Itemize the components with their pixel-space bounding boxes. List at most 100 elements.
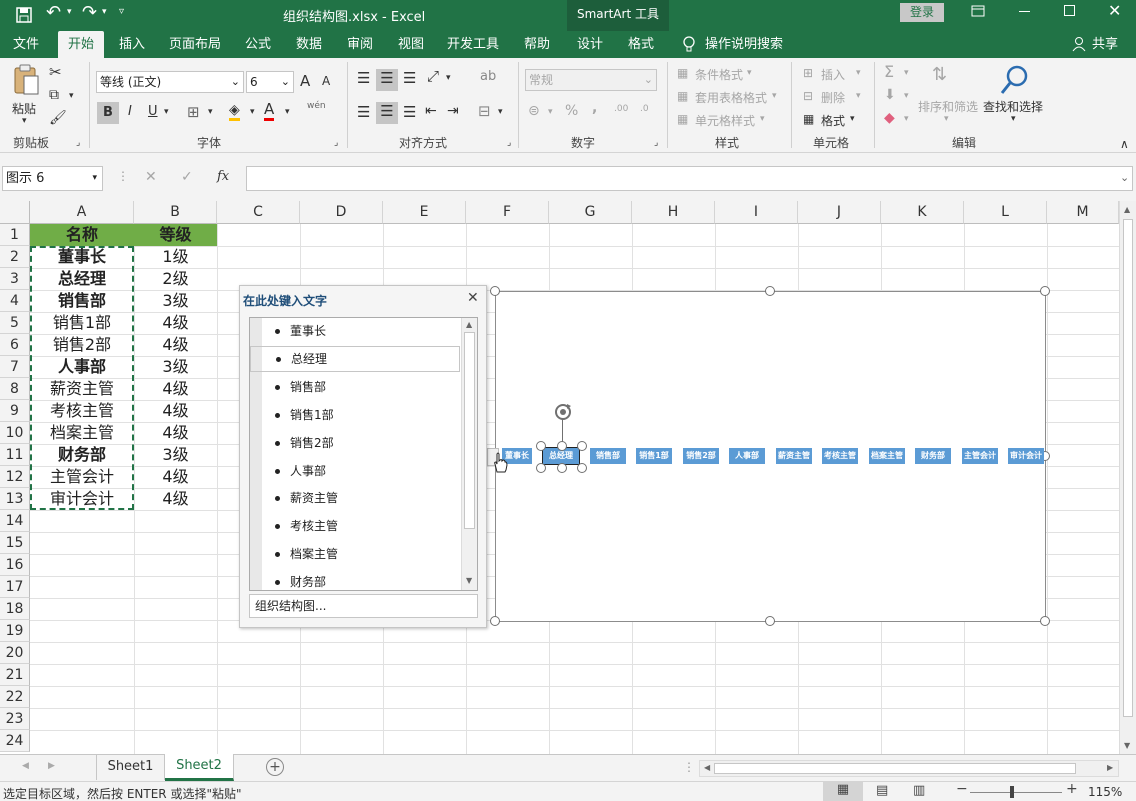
row-header-15[interactable]: 15 — [0, 532, 30, 554]
list-item[interactable]: 人事部 — [250, 458, 460, 484]
scroll-down-icon[interactable]: ▼ — [466, 576, 472, 585]
autosum-icon[interactable]: Σ — [884, 62, 894, 81]
scroll-thumb[interactable] — [464, 332, 475, 529]
row-header-5[interactable]: 5 — [0, 312, 30, 334]
sheet-tab-sheet1[interactable]: Sheet1 — [96, 755, 165, 780]
row-header-4[interactable]: 4 — [0, 290, 30, 312]
italic-button[interactable]: I — [128, 104, 132, 119]
find-magnifier-icon[interactable] — [1000, 64, 1030, 96]
list-item-selected[interactable]: 总经理 — [250, 346, 460, 372]
row-header-19[interactable]: 19 — [0, 620, 30, 642]
resize-handle[interactable] — [765, 286, 775, 296]
row-header-13[interactable]: 13 — [0, 488, 30, 510]
add-sheet-icon[interactable]: + — [266, 758, 284, 776]
font-color-icon[interactable]: A — [264, 101, 275, 121]
row-header-17[interactable]: 17 — [0, 576, 30, 598]
undo-dropdown-icon[interactable]: ▾ — [67, 7, 72, 17]
currency-icon[interactable]: ⊜ — [528, 103, 540, 119]
cell-level[interactable]: 2级 — [134, 268, 217, 290]
smartart-node[interactable]: 销售1部 — [636, 448, 672, 464]
row-header-22[interactable]: 22 — [0, 686, 30, 708]
sort-dropdown-icon[interactable]: ▾ — [944, 114, 949, 124]
phonetic-icon[interactable]: wén — [307, 101, 326, 111]
sheet-tab-sheet2[interactable]: Sheet2 — [165, 754, 234, 781]
fill-icon[interactable]: ⬇ — [884, 87, 896, 103]
name-box[interactable]: 图示 6 ▾ — [2, 166, 103, 191]
resize-handle[interactable] — [490, 286, 500, 296]
column-header-c[interactable]: C — [217, 201, 300, 224]
fill-dropdown-icon[interactable]: ▾ — [250, 107, 255, 117]
tell-me-search[interactable]: 操作说明搜索 — [705, 31, 789, 58]
font-size-select[interactable]: 6 ⌄ — [246, 71, 294, 93]
smartart-node[interactable]: 审计会计 — [1008, 448, 1044, 464]
cell-level[interactable]: 3级 — [134, 444, 217, 466]
close-window-icon[interactable]: ✕ — [1108, 1, 1121, 20]
cell-level[interactable]: 4级 — [134, 422, 217, 444]
row-header-9[interactable]: 9 — [0, 400, 30, 422]
sort-filter-icon[interactable]: ⇅ — [932, 64, 947, 85]
wrap-text-icon[interactable]: ab — [480, 69, 496, 84]
row-header-24[interactable]: 24 — [0, 730, 30, 752]
clipboard-launcher-icon[interactable]: ⌟ — [76, 138, 80, 148]
tab-formulas[interactable]: 公式 — [237, 31, 279, 58]
column-header-b[interactable]: B — [134, 201, 217, 224]
number-launcher-icon[interactable]: ⌟ — [654, 138, 658, 148]
row-header-20[interactable]: 20 — [0, 642, 30, 664]
cell-level[interactable]: 1级 — [134, 246, 217, 268]
insert-dropdown-icon[interactable]: ▾ — [856, 68, 861, 78]
paste-icon[interactable] — [12, 64, 40, 96]
column-header-a[interactable]: A — [30, 201, 134, 224]
insert-cells-button[interactable]: 插入 — [821, 66, 845, 83]
format-as-table-button[interactable]: 套用表格格式 — [695, 89, 767, 106]
page-layout-view-icon[interactable]: ▤ — [876, 783, 888, 798]
align-bottom-icon[interactable]: ☰ — [403, 69, 416, 87]
list-item[interactable]: 财务部 — [250, 569, 460, 590]
font-name-select[interactable]: 等线 (正文) ⌄ — [96, 71, 244, 93]
expand-formula-icon[interactable]: ⌄ — [1120, 171, 1129, 184]
column-header-k[interactable]: K — [881, 201, 964, 224]
row-header-10[interactable]: 10 — [0, 422, 30, 444]
orientation-icon[interactable]: ⤢ — [427, 67, 439, 85]
smartart-node[interactable]: 档案主管 — [869, 448, 905, 464]
find-select-button[interactable]: 查找和选择 — [983, 98, 1043, 115]
column-header-g[interactable]: G — [549, 201, 632, 224]
table-format-icon[interactable]: ▦ — [677, 89, 688, 103]
row-header-6[interactable]: 6 — [0, 334, 30, 356]
rotate-handle-icon[interactable] — [551, 400, 575, 424]
find-dropdown-icon[interactable]: ▾ — [1011, 114, 1016, 124]
column-header-d[interactable]: D — [300, 201, 383, 224]
insert-cells-icon[interactable]: ⊞ — [803, 66, 813, 80]
scroll-left-icon[interactable]: ◀ — [704, 763, 710, 772]
cell-level[interactable]: 4级 — [134, 378, 217, 400]
share-button[interactable]: 共享 — [1090, 31, 1120, 58]
autosum-dropdown-icon[interactable]: ▾ — [904, 68, 909, 78]
comma-button[interactable]: , — [592, 100, 597, 116]
align-top-icon[interactable]: ☰ — [357, 69, 370, 87]
align-middle-icon[interactable]: ☰ — [376, 69, 398, 91]
bold-button[interactable]: B — [97, 102, 119, 124]
scroll-up-icon[interactable]: ▲ — [466, 320, 472, 329]
decrease-decimal-icon[interactable]: .0 — [640, 104, 649, 114]
node-resize-handle[interactable] — [536, 463, 546, 473]
cancel-entry-icon[interactable]: ✕ — [145, 169, 157, 185]
node-resize-handle[interactable] — [557, 441, 567, 451]
share-icon[interactable] — [1071, 36, 1087, 52]
header-cell-level[interactable]: 等级 — [134, 224, 217, 246]
underline-dropdown-icon[interactable]: ▾ — [164, 107, 169, 117]
cell-level[interactable]: 4级 — [134, 466, 217, 488]
row-header-11[interactable]: 11 — [0, 444, 30, 466]
tab-view[interactable]: 视图 — [390, 31, 432, 58]
fill-dropdown-icon[interactable]: ▾ — [904, 91, 909, 101]
collapse-ribbon-icon[interactable]: ∧ — [1120, 137, 1129, 151]
align-right-icon[interactable]: ☰ — [403, 103, 416, 121]
increase-decimal-icon[interactable]: .00 — [614, 104, 628, 114]
delete-dropdown-icon[interactable]: ▾ — [856, 91, 861, 101]
merge-center-icon[interactable]: ⊟ — [478, 102, 491, 120]
scroll-right-icon[interactable]: ▶ — [1107, 763, 1113, 772]
smartart-node[interactable]: 薪资主管 — [776, 448, 812, 464]
maximize-icon[interactable] — [1064, 5, 1075, 16]
row-header-12[interactable]: 12 — [0, 466, 30, 488]
cell-styles-icon[interactable]: ▦ — [677, 112, 688, 126]
list-item[interactable]: 董事长 — [250, 318, 460, 344]
tab-insert[interactable]: 插入 — [111, 31, 153, 58]
